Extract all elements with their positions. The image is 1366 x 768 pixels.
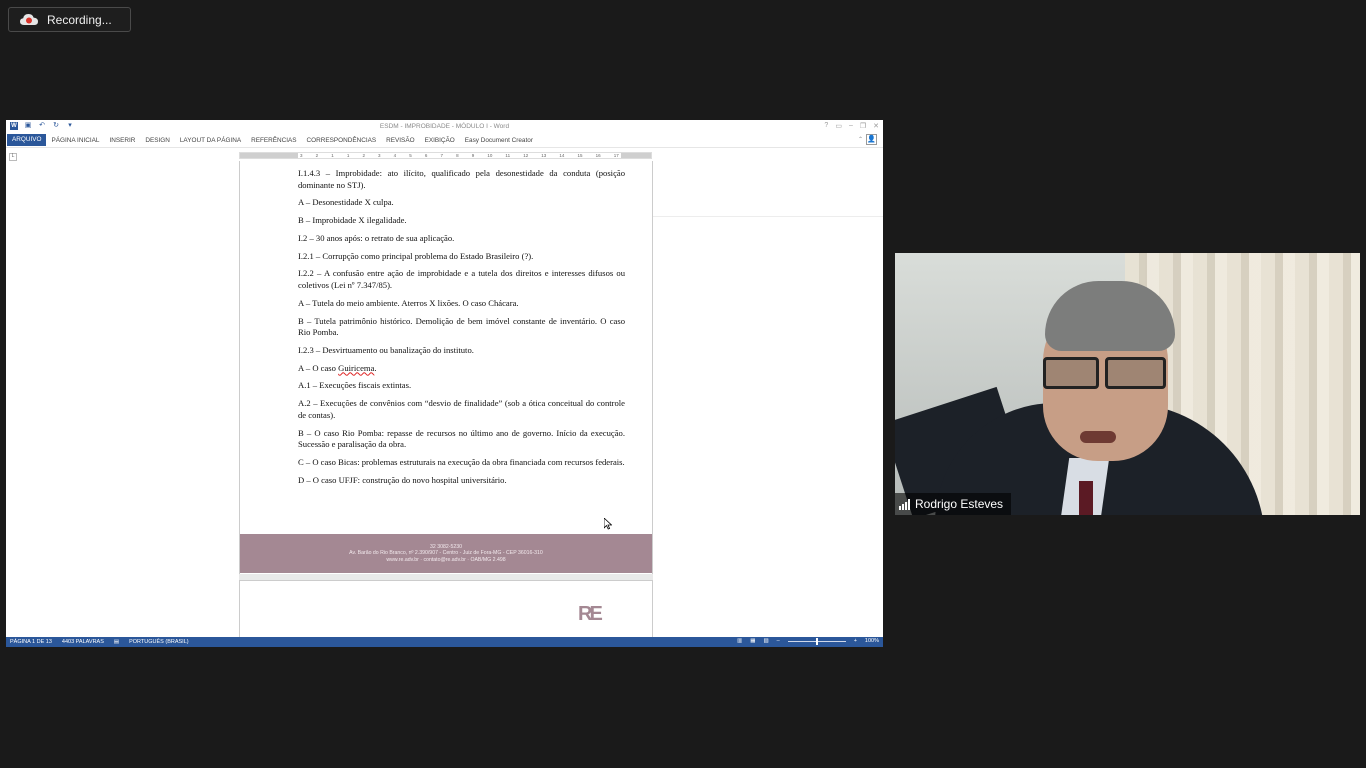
document-title: ESDM - IMPROBIDADE - MÓDULO I - Word (379, 123, 510, 130)
tab-arquivo[interactable]: ARQUIVO (7, 134, 47, 146)
paragraph: A.2 – Execuções de convênios com “desvio… (298, 398, 625, 420)
proofing-icon[interactable]: ▤ (114, 639, 119, 645)
collapse-ribbon-icon[interactable]: ⌃ (858, 136, 863, 143)
ruler-number: 9 (471, 153, 475, 158)
paragraph: C – O caso Bicas: problemas estruturais … (298, 456, 625, 467)
tab-design[interactable]: DESIGN (140, 137, 175, 144)
restore-icon[interactable]: ❐ (860, 122, 866, 130)
page-footer: 32 3082-5230 Av. Barão do Rio Branco, nº… (240, 534, 652, 573)
print-layout-icon[interactable]: ▦ (750, 638, 755, 644)
ruler-number: 10 (487, 153, 493, 158)
ruler-number: 4 (393, 153, 397, 158)
word-window: W ▣ ↶ ↻ ▾ ESDM - IMPROBIDADE - MÓDULO I … (6, 120, 883, 647)
misspelled-word[interactable]: Guiricema (338, 363, 374, 373)
tab-easy-document-creator[interactable]: Easy Document Creator (460, 137, 538, 144)
tab-revisao[interactable]: REVISÃO (381, 137, 419, 144)
user-account-icon[interactable]: 👤 (866, 134, 877, 145)
ruler-number: 2 (315, 153, 319, 158)
company-logo: RE (578, 603, 603, 625)
paragraph: B – Improbidade X ilegalidade. (298, 215, 407, 226)
tab-layout[interactable]: LAYOUT DA PÁGINA (175, 137, 246, 144)
zoom-out-icon[interactable]: – (777, 638, 780, 644)
paragraph: B – Tutela patrimônio histórico. Demoliç… (298, 315, 625, 338)
ruler-number: 16 (595, 153, 601, 158)
ruler-number: 8 (456, 153, 459, 158)
word-count[interactable]: 4403 PALAVRAS (62, 639, 104, 645)
ruler-number: 3 (378, 153, 381, 158)
ruler-number: 13 (541, 153, 547, 158)
read-mode-icon[interactable]: ▥ (737, 638, 742, 644)
zoom-slider[interactable] (787, 637, 846, 645)
ruler-row: L 3 2 1 1 2 3 4 5 6 7 8 9 10 11 12 13 14 15 16 17 (6, 151, 883, 161)
page-count[interactable]: PÁGINA 1 DE 13 (10, 639, 52, 645)
zoom-in-icon[interactable]: + (854, 638, 857, 644)
paragraph: B – O caso Rio Pomba: repasse de recurso… (298, 427, 625, 450)
language[interactable]: PORTUGUÊS (BRASIL) (129, 639, 189, 645)
participant-name: Rodrigo Esteves (915, 497, 1004, 511)
participant-name-tag: Rodrigo Esteves (895, 493, 1012, 515)
paragraph: I.1.4.3 – Improbidade: ato ilícito, qual… (298, 168, 625, 190)
recording-indicator[interactable]: Recording... (8, 7, 131, 32)
ruler-number: 15 (577, 153, 583, 158)
title-bar: W ▣ ↶ ↻ ▾ ESDM - IMPROBIDADE - MÓDULO I … (6, 120, 883, 133)
paragraph: I.2.3 – Desvirtuamento ou banalização do… (298, 344, 474, 355)
ruler-number: 2 (362, 153, 365, 158)
web-layout-icon[interactable]: ▧ (763, 638, 768, 644)
ruler-number: 12 (523, 153, 529, 158)
paragraph: D – O caso UFJF: construção do novo hosp… (298, 474, 507, 485)
ruler-number: 3 (300, 153, 303, 158)
cloud-record-icon (20, 13, 38, 27)
paragraph: A – O caso Guiricema. (298, 362, 377, 373)
paragraph: I.2.1 – Corrupção como principal problem… (298, 250, 534, 261)
paragraph: A – Desonestidade X culpa. (298, 197, 394, 208)
paragraph: I.2.2 – A confusão entre ação de improbi… (298, 268, 625, 290)
minimize-icon[interactable]: – (849, 122, 853, 130)
signal-strength-icon (899, 498, 910, 510)
status-bar: PÁGINA 1 DE 13 4403 PALAVRAS ▤ PORTUGUÊS… (6, 637, 883, 647)
ruler-number: 6 (424, 153, 428, 158)
tab-pagina-inicial[interactable]: PÁGINA INICIAL (46, 137, 104, 144)
paragraph: A – Tutela do meio ambiente. Aterros X l… (298, 297, 519, 308)
ruler-number: 11 (505, 153, 511, 158)
help-icon[interactable]: ? (824, 122, 828, 130)
ruler-number: 1 (331, 153, 334, 158)
ribbon-display-icon[interactable]: ▭ (835, 122, 842, 130)
window-controls: ? ▭ – ❐ ✕ (824, 122, 879, 130)
ruler-number: 7 (440, 153, 443, 158)
page-text: I.1.4.3 – Improbidade: ato ilícito, qual… (298, 168, 625, 492)
tab-exibicao[interactable]: EXIBIÇÃO (420, 137, 460, 144)
document-page[interactable]: I.1.4.3 – Improbidade: ato ilícito, qual… (239, 161, 653, 574)
ruler-number: 17 (613, 153, 619, 158)
zoom-level[interactable]: 100% (865, 638, 879, 644)
paragraph: A.1 – Execuções fiscais extintas. (298, 380, 412, 391)
ribbon-tabs: ARQUIVO PÁGINA INICIAL INSERIR DESIGN LA… (6, 133, 883, 148)
participant-video[interactable]: Rodrigo Esteves (895, 253, 1360, 515)
recording-label: Recording... (47, 12, 112, 27)
close-icon[interactable]: ✕ (873, 122, 879, 130)
next-page[interactable]: RE (239, 580, 653, 640)
ruler-number: 1 (346, 153, 350, 158)
document-area[interactable]: I.1.4.3 – Improbidade: ato ilícito, qual… (6, 161, 883, 640)
footer-contact: www.re.adv.br · contato@re.adv.br · OAB/… (386, 556, 506, 563)
tab-inserir[interactable]: INSERIR (104, 137, 140, 144)
horizontal-ruler[interactable]: 3 2 1 1 2 3 4 5 6 7 8 9 10 11 12 13 14 15 16 17 (239, 152, 652, 159)
tab-referencias[interactable]: REFERÊNCIAS (246, 137, 301, 144)
mouse-cursor-icon (604, 518, 612, 530)
paragraph: I.2 – 30 anos após: o retrato de sua apl… (298, 232, 455, 243)
ruler-number: 5 (409, 153, 412, 158)
tab-correspondencias[interactable]: CORRESPONDÊNCIAS (302, 137, 382, 144)
tab-selector[interactable]: L (9, 153, 17, 161)
ruler-number: 14 (559, 153, 565, 158)
